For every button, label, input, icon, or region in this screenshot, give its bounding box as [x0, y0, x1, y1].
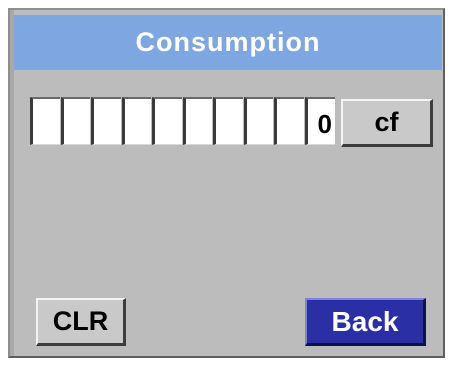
digit-cell: [152, 97, 182, 145]
digit-cell: 0: [304, 97, 335, 145]
digit-cell: [121, 97, 151, 145]
digit-cell: [213, 97, 243, 145]
digit-cell: [182, 97, 212, 145]
digit-cell: [274, 97, 304, 145]
device-frame: Consumption 0 cf CLR Back: [0, 0, 453, 365]
consumption-counter: 0: [30, 97, 335, 145]
unit-button[interactable]: cf: [341, 99, 433, 147]
page-title: Consumption: [14, 15, 442, 70]
digit-cell: [91, 97, 121, 145]
back-button[interactable]: Back: [305, 298, 426, 346]
digit-cell: [30, 97, 60, 145]
digit-cell: [243, 97, 273, 145]
digit-cell: [60, 97, 90, 145]
clear-button[interactable]: CLR: [36, 298, 126, 346]
